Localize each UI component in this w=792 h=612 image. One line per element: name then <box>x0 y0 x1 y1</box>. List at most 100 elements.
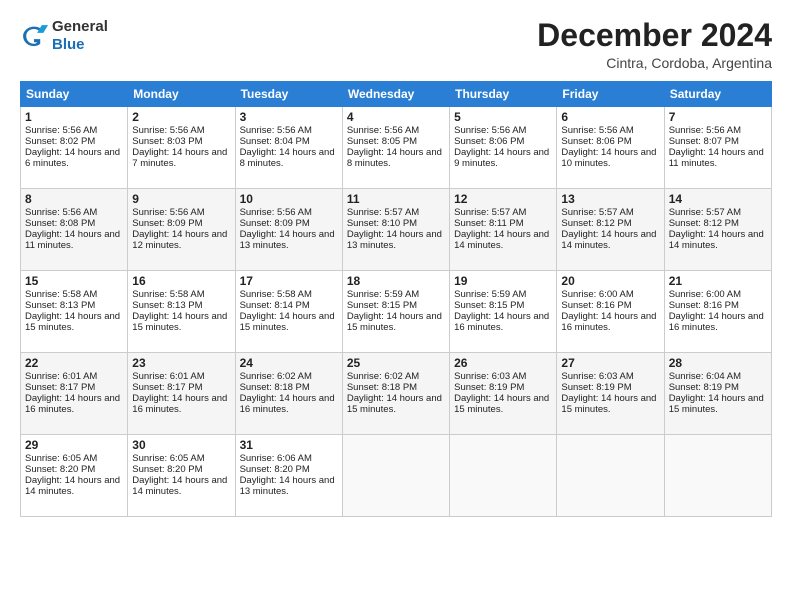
daylight-text: Daylight: 14 hours and 15 minutes. <box>347 393 442 415</box>
daylight-text: Daylight: 14 hours and 13 minutes. <box>240 229 335 251</box>
sunset-text: Sunset: 8:02 PM <box>25 136 95 147</box>
week-row-4: 29Sunrise: 6:05 AMSunset: 8:20 PMDayligh… <box>21 435 772 517</box>
daylight-text: Daylight: 14 hours and 15 minutes. <box>454 393 549 415</box>
day-cell: 22Sunrise: 6:01 AMSunset: 8:17 PMDayligh… <box>21 353 128 435</box>
day-number: 27 <box>561 356 659 370</box>
sunrise-text: Sunrise: 6:02 AM <box>347 371 419 382</box>
col-monday: Monday <box>128 82 235 107</box>
col-wednesday: Wednesday <box>342 82 449 107</box>
day-cell: 18Sunrise: 5:59 AMSunset: 8:15 PMDayligh… <box>342 271 449 353</box>
day-cell: 14Sunrise: 5:57 AMSunset: 8:12 PMDayligh… <box>664 189 771 271</box>
logo: General Blue <box>20 18 108 54</box>
sunset-text: Sunset: 8:20 PM <box>132 464 202 475</box>
day-number: 28 <box>669 356 767 370</box>
logo-general: General <box>52 18 108 36</box>
day-cell: 20Sunrise: 6:00 AMSunset: 8:16 PMDayligh… <box>557 271 664 353</box>
sunset-text: Sunset: 8:09 PM <box>132 218 202 229</box>
month-title: December 2024 <box>537 18 772 53</box>
sunset-text: Sunset: 8:13 PM <box>132 300 202 311</box>
daylight-text: Daylight: 14 hours and 15 minutes. <box>669 393 764 415</box>
day-cell: 17Sunrise: 5:58 AMSunset: 8:14 PMDayligh… <box>235 271 342 353</box>
day-cell: 26Sunrise: 6:03 AMSunset: 8:19 PMDayligh… <box>450 353 557 435</box>
title-block: December 2024 Cintra, Cordoba, Argentina <box>537 18 772 71</box>
sunrise-text: Sunrise: 5:56 AM <box>454 125 526 136</box>
sunset-text: Sunset: 8:17 PM <box>132 382 202 393</box>
sunset-text: Sunset: 8:20 PM <box>25 464 95 475</box>
day-number: 13 <box>561 192 659 206</box>
day-number: 12 <box>454 192 552 206</box>
day-number: 21 <box>669 274 767 288</box>
sunset-text: Sunset: 8:10 PM <box>347 218 417 229</box>
sunset-text: Sunset: 8:15 PM <box>347 300 417 311</box>
day-cell: 29Sunrise: 6:05 AMSunset: 8:20 PMDayligh… <box>21 435 128 517</box>
sunrise-text: Sunrise: 6:03 AM <box>561 371 633 382</box>
sunrise-text: Sunrise: 5:56 AM <box>347 125 419 136</box>
sunrise-text: Sunrise: 6:01 AM <box>25 371 97 382</box>
daylight-text: Daylight: 14 hours and 14 minutes. <box>132 475 227 497</box>
day-cell: 8Sunrise: 5:56 AMSunset: 8:08 PMDaylight… <box>21 189 128 271</box>
day-number: 11 <box>347 192 445 206</box>
sunrise-text: Sunrise: 5:57 AM <box>347 207 419 218</box>
daylight-text: Daylight: 14 hours and 8 minutes. <box>240 147 335 169</box>
daylight-text: Daylight: 14 hours and 13 minutes. <box>347 229 442 251</box>
day-cell: 15Sunrise: 5:58 AMSunset: 8:13 PMDayligh… <box>21 271 128 353</box>
sunset-text: Sunset: 8:08 PM <box>25 218 95 229</box>
day-cell: 25Sunrise: 6:02 AMSunset: 8:18 PMDayligh… <box>342 353 449 435</box>
day-cell: 23Sunrise: 6:01 AMSunset: 8:17 PMDayligh… <box>128 353 235 435</box>
daylight-text: Daylight: 14 hours and 10 minutes. <box>561 147 656 169</box>
daylight-text: Daylight: 14 hours and 14 minutes. <box>669 229 764 251</box>
col-tuesday: Tuesday <box>235 82 342 107</box>
sunrise-text: Sunrise: 6:01 AM <box>132 371 204 382</box>
sunrise-text: Sunrise: 5:58 AM <box>25 289 97 300</box>
day-number: 26 <box>454 356 552 370</box>
day-cell: 11Sunrise: 5:57 AMSunset: 8:10 PMDayligh… <box>342 189 449 271</box>
daylight-text: Daylight: 14 hours and 11 minutes. <box>25 229 120 251</box>
sunrise-text: Sunrise: 5:57 AM <box>454 207 526 218</box>
day-cell: 19Sunrise: 5:59 AMSunset: 8:15 PMDayligh… <box>450 271 557 353</box>
day-cell: 6Sunrise: 5:56 AMSunset: 8:06 PMDaylight… <box>557 107 664 189</box>
sunset-text: Sunset: 8:12 PM <box>561 218 631 229</box>
sunset-text: Sunset: 8:19 PM <box>669 382 739 393</box>
day-number: 4 <box>347 110 445 124</box>
day-cell <box>557 435 664 517</box>
sunrise-text: Sunrise: 5:58 AM <box>240 289 312 300</box>
daylight-text: Daylight: 14 hours and 13 minutes. <box>240 475 335 497</box>
day-number: 2 <box>132 110 230 124</box>
week-row-1: 8Sunrise: 5:56 AMSunset: 8:08 PMDaylight… <box>21 189 772 271</box>
sunrise-text: Sunrise: 5:59 AM <box>454 289 526 300</box>
daylight-text: Daylight: 14 hours and 11 minutes. <box>669 147 764 169</box>
logo-icon <box>20 22 48 50</box>
sunrise-text: Sunrise: 5:58 AM <box>132 289 204 300</box>
daylight-text: Daylight: 14 hours and 16 minutes. <box>561 311 656 333</box>
sunset-text: Sunset: 8:13 PM <box>25 300 95 311</box>
day-number: 29 <box>25 438 123 452</box>
sunrise-text: Sunrise: 5:56 AM <box>669 125 741 136</box>
sunset-text: Sunset: 8:04 PM <box>240 136 310 147</box>
day-number: 1 <box>25 110 123 124</box>
col-saturday: Saturday <box>664 82 771 107</box>
sunrise-text: Sunrise: 6:05 AM <box>132 453 204 464</box>
day-number: 5 <box>454 110 552 124</box>
day-cell <box>450 435 557 517</box>
day-number: 22 <box>25 356 123 370</box>
day-number: 31 <box>240 438 338 452</box>
daylight-text: Daylight: 14 hours and 7 minutes. <box>132 147 227 169</box>
sunset-text: Sunset: 8:15 PM <box>454 300 524 311</box>
daylight-text: Daylight: 14 hours and 14 minutes. <box>25 475 120 497</box>
sunset-text: Sunset: 8:14 PM <box>240 300 310 311</box>
day-number: 23 <box>132 356 230 370</box>
day-number: 6 <box>561 110 659 124</box>
sunrise-text: Sunrise: 5:59 AM <box>347 289 419 300</box>
daylight-text: Daylight: 14 hours and 14 minutes. <box>454 229 549 251</box>
day-cell: 3Sunrise: 5:56 AMSunset: 8:04 PMDaylight… <box>235 107 342 189</box>
daylight-text: Daylight: 14 hours and 6 minutes. <box>25 147 120 169</box>
day-cell: 7Sunrise: 5:56 AMSunset: 8:07 PMDaylight… <box>664 107 771 189</box>
sunrise-text: Sunrise: 6:00 AM <box>561 289 633 300</box>
sunset-text: Sunset: 8:05 PM <box>347 136 417 147</box>
sunrise-text: Sunrise: 6:02 AM <box>240 371 312 382</box>
day-number: 7 <box>669 110 767 124</box>
location-subtitle: Cintra, Cordoba, Argentina <box>537 55 772 71</box>
sunrise-text: Sunrise: 6:00 AM <box>669 289 741 300</box>
sunrise-text: Sunrise: 5:56 AM <box>132 125 204 136</box>
day-cell: 28Sunrise: 6:04 AMSunset: 8:19 PMDayligh… <box>664 353 771 435</box>
